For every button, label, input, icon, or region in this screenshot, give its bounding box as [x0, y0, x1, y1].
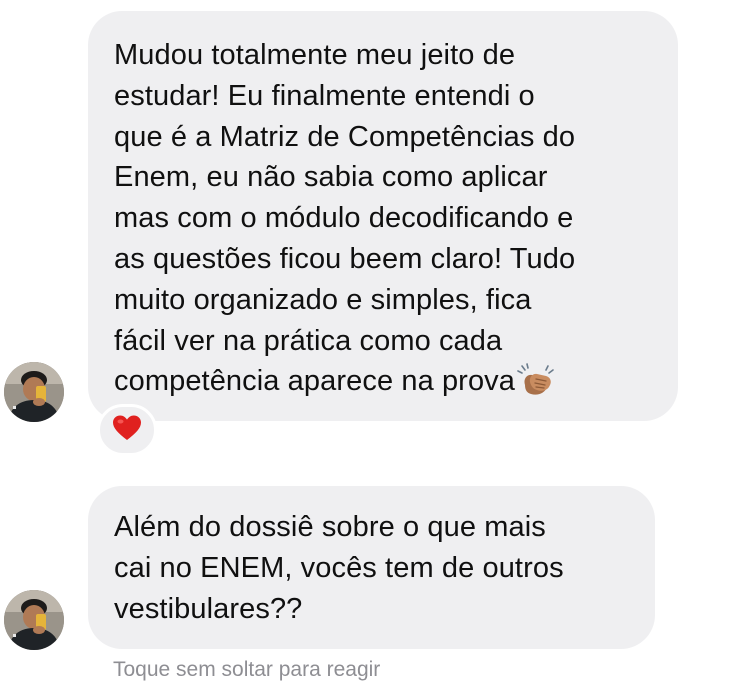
- avatar[interactable]: [4, 590, 64, 650]
- message-line: Enem, eu não sabia como aplicar: [114, 161, 548, 194]
- clapping-hands-icon: [516, 363, 556, 397]
- message-line: estudar! Eu finalmente entendi o: [114, 79, 535, 112]
- message-line: competência aparece na prova: [114, 365, 515, 398]
- message-line-last: competência aparece na prova: [114, 361, 652, 402]
- message-line: as questões ficou beem claro! Tudo: [114, 242, 576, 275]
- message-line: cai no ENEM, vocês tem de outros: [114, 551, 564, 584]
- message-line: mas com o módulo decodificando e: [114, 202, 574, 235]
- message-line: vestibulares??: [114, 592, 303, 625]
- message-line: Mudou totalmente meu jeito de: [114, 39, 516, 71]
- message-line: muito organizado e simples, fica: [114, 283, 532, 316]
- message-line: Além do dossiê sobre o que mais: [114, 511, 546, 543]
- message-bubble[interactable]: Mudou totalmente meu jeito de estudar! E…: [88, 11, 678, 421]
- reaction-hint: Toque sem soltar para reagir: [113, 658, 381, 681]
- reaction-badge[interactable]: [97, 404, 157, 456]
- avatar[interactable]: [4, 362, 64, 422]
- message-line: fácil ver na prática como cada: [114, 324, 503, 357]
- message-bubble[interactable]: Além do dossiê sobre o que mais cai no E…: [88, 486, 655, 649]
- red-heart-icon: [112, 414, 142, 447]
- message-line: que é a Matriz de Competências do: [114, 120, 576, 153]
